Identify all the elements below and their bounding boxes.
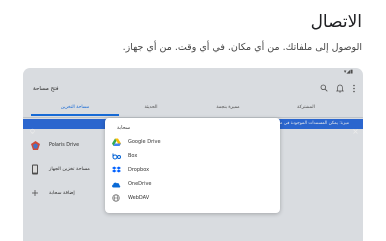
tablet-screen: ▾◢▮ فتح مساحة مساحة التخزين الحديثة مميز… bbox=[23, 68, 363, 241]
box-icon bbox=[111, 151, 121, 161]
google-drive-icon bbox=[111, 137, 121, 147]
dropbox-icon bbox=[111, 165, 121, 175]
option-box[interactable]: Box bbox=[111, 150, 261, 162]
globe-icon bbox=[111, 193, 121, 203]
option-label: WebDAV bbox=[128, 195, 150, 201]
option-label: Box bbox=[128, 153, 138, 159]
option-google-drive[interactable]: Google Drive bbox=[111, 136, 261, 148]
hero-subtitle: الوصول إلى ملفاتك. من أي مكان. في أي وقت… bbox=[122, 42, 362, 53]
option-webdav[interactable]: WebDAV bbox=[111, 192, 261, 204]
option-onedrive[interactable]: OneDrive bbox=[111, 178, 261, 190]
option-label: OneDrive bbox=[128, 181, 152, 187]
option-dropbox[interactable]: Dropbox bbox=[111, 164, 261, 176]
dialog-title: سحابة bbox=[117, 125, 131, 131]
cloud-picker-dialog: سحابة Google Drive Box Dropbox OneDrive bbox=[105, 118, 280, 213]
onedrive-icon bbox=[111, 179, 121, 189]
option-label: Google Drive bbox=[128, 139, 161, 145]
hero-title: الاتصال bbox=[310, 12, 362, 32]
option-label: Dropbox bbox=[128, 167, 150, 173]
